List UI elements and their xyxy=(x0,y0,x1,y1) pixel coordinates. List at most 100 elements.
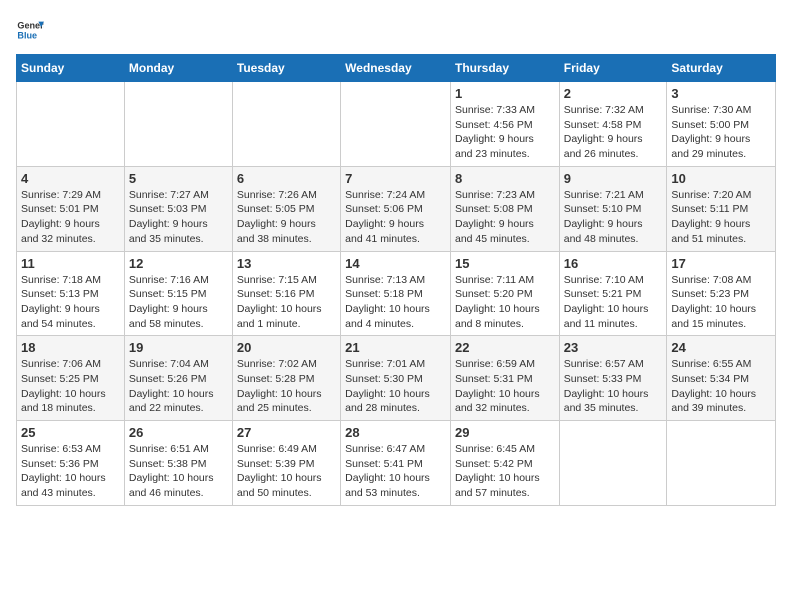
day-number: 1 xyxy=(455,86,555,101)
calendar-cell: 3 Sunrise: 7:30 AM Sunset: 5:00 PM Daylig… xyxy=(667,82,776,167)
day-number: 24 xyxy=(671,340,771,355)
calendar-cell: 17 Sunrise: 7:08 AM Sunset: 5:23 PM Dayli… xyxy=(667,251,776,336)
calendar-cell: 13 Sunrise: 7:15 AM Sunset: 5:16 PM Dayli… xyxy=(232,251,340,336)
calendar-cell: 6 Sunrise: 7:26 AM Sunset: 5:05 PM Daylig… xyxy=(232,166,340,251)
calendar-cell: 1 Sunrise: 7:33 AM Sunset: 4:56 PM Daylig… xyxy=(450,82,559,167)
calendar-cell: 26Sunrise: 6:51 AM Sunset: 5:38 PM Dayli… xyxy=(124,421,232,506)
calendar-cell: 14Sunrise: 7:13 AM Sunset: 5:18 PM Dayli… xyxy=(341,251,451,336)
column-header-monday: Monday xyxy=(124,55,232,82)
calendar-week-row: 25 Sunrise: 6:53 AM Sunset: 5:36 PM Dayli… xyxy=(17,421,776,506)
day-info: Sunrise: 6:57 AM Sunset: 5:33 PM Dayligh… xyxy=(564,357,663,416)
day-number: 16 xyxy=(564,256,663,271)
column-header-thursday: Thursday xyxy=(450,55,559,82)
day-info: Sunrise: 7:01 AM Sunset: 5:30 PM Dayligh… xyxy=(345,357,446,416)
calendar-cell xyxy=(667,421,776,506)
day-info: Sunrise: 7:27 AM Sunset: 5:03 PM Dayligh… xyxy=(129,188,228,247)
day-info: Sunrise: 7:23 AM Sunset: 5:08 PM Dayligh… xyxy=(455,188,555,247)
day-info: Sunrise: 7:06 AM Sunset: 5:25 PM Dayligh… xyxy=(21,357,120,416)
day-number: 26 xyxy=(129,425,228,440)
day-number: 14 xyxy=(345,256,446,271)
calendar-cell: 19Sunrise: 7:04 AM Sunset: 5:26 PM Dayli… xyxy=(124,336,232,421)
day-info: Sunrise: 7:08 AM Sunset: 5:23 PM Dayligh… xyxy=(671,273,771,332)
day-info: Sunrise: 7:26 AM Sunset: 5:05 PM Dayligh… xyxy=(237,188,336,247)
day-number: 5 xyxy=(129,171,228,186)
day-number: 11 xyxy=(21,256,120,271)
day-info: Sunrise: 7:04 AM Sunset: 5:26 PM Dayligh… xyxy=(129,357,228,416)
day-number: 29 xyxy=(455,425,555,440)
day-info: Sunrise: 7:02 AM Sunset: 5:28 PM Dayligh… xyxy=(237,357,336,416)
day-number: 4 xyxy=(21,171,120,186)
calendar-cell: 23 Sunrise: 6:57 AM Sunset: 5:33 PM Dayli… xyxy=(559,336,667,421)
day-number: 13 xyxy=(237,256,336,271)
calendar-cell: 24 Sunrise: 6:55 AM Sunset: 5:34 PM Dayli… xyxy=(667,336,776,421)
day-number: 10 xyxy=(671,171,771,186)
day-info: Sunrise: 6:49 AM Sunset: 5:39 PM Dayligh… xyxy=(237,442,336,501)
calendar-cell: 21 Sunrise: 7:01 AM Sunset: 5:30 PM Dayli… xyxy=(341,336,451,421)
calendar-cell xyxy=(559,421,667,506)
day-number: 8 xyxy=(455,171,555,186)
day-number: 6 xyxy=(237,171,336,186)
calendar-cell: 28 Sunrise: 6:47 AM Sunset: 5:41 PM Dayli… xyxy=(341,421,451,506)
day-info: Sunrise: 7:24 AM Sunset: 5:06 PM Dayligh… xyxy=(345,188,446,247)
calendar-header-row: SundayMondayTuesdayWednesdayThursdayFrid… xyxy=(17,55,776,82)
day-number: 21 xyxy=(345,340,446,355)
day-info: Sunrise: 7:21 AM Sunset: 5:10 PM Dayligh… xyxy=(564,188,663,247)
day-number: 27 xyxy=(237,425,336,440)
day-info: Sunrise: 7:20 AM Sunset: 5:11 PM Dayligh… xyxy=(671,188,771,247)
calendar-week-row: 4 Sunrise: 7:29 AM Sunset: 5:01 PM Daylig… xyxy=(17,166,776,251)
day-info: Sunrise: 7:16 AM Sunset: 5:15 PM Dayligh… xyxy=(129,273,228,332)
day-info: Sunrise: 7:11 AM Sunset: 5:20 PM Dayligh… xyxy=(455,273,555,332)
calendar-cell: 18 Sunrise: 7:06 AM Sunset: 5:25 PM Dayli… xyxy=(17,336,125,421)
day-number: 2 xyxy=(564,86,663,101)
day-number: 20 xyxy=(237,340,336,355)
calendar-cell: 4 Sunrise: 7:29 AM Sunset: 5:01 PM Daylig… xyxy=(17,166,125,251)
day-info: Sunrise: 7:15 AM Sunset: 5:16 PM Dayligh… xyxy=(237,273,336,332)
calendar-cell: 25 Sunrise: 6:53 AM Sunset: 5:36 PM Dayli… xyxy=(17,421,125,506)
day-number: 18 xyxy=(21,340,120,355)
calendar-cell: 9 Sunrise: 7:21 AM Sunset: 5:10 PM Daylig… xyxy=(559,166,667,251)
day-info: Sunrise: 6:45 AM Sunset: 5:42 PM Dayligh… xyxy=(455,442,555,501)
calendar-week-row: 11 Sunrise: 7:18 AM Sunset: 5:13 PM Dayli… xyxy=(17,251,776,336)
calendar-week-row: 1 Sunrise: 7:33 AM Sunset: 4:56 PM Daylig… xyxy=(17,82,776,167)
header: General Blue xyxy=(16,16,776,44)
day-info: Sunrise: 6:47 AM Sunset: 5:41 PM Dayligh… xyxy=(345,442,446,501)
calendar-cell: 15Sunrise: 7:11 AM Sunset: 5:20 PM Dayli… xyxy=(450,251,559,336)
day-info: Sunrise: 6:55 AM Sunset: 5:34 PM Dayligh… xyxy=(671,357,771,416)
day-number: 3 xyxy=(671,86,771,101)
day-number: 17 xyxy=(671,256,771,271)
calendar-cell xyxy=(341,82,451,167)
calendar-table: SundayMondayTuesdayWednesdayThursdayFrid… xyxy=(16,54,776,506)
day-info: Sunrise: 6:59 AM Sunset: 5:31 PM Dayligh… xyxy=(455,357,555,416)
day-info: Sunrise: 6:53 AM Sunset: 5:36 PM Dayligh… xyxy=(21,442,120,501)
day-number: 9 xyxy=(564,171,663,186)
calendar-cell xyxy=(232,82,340,167)
calendar-cell: 5 Sunrise: 7:27 AM Sunset: 5:03 PM Daylig… xyxy=(124,166,232,251)
column-header-friday: Friday xyxy=(559,55,667,82)
svg-text:Blue: Blue xyxy=(17,30,37,40)
day-number: 22 xyxy=(455,340,555,355)
calendar-cell: 11 Sunrise: 7:18 AM Sunset: 5:13 PM Dayli… xyxy=(17,251,125,336)
day-info: Sunrise: 7:30 AM Sunset: 5:00 PM Dayligh… xyxy=(671,103,771,162)
day-info: Sunrise: 7:10 AM Sunset: 5:21 PM Dayligh… xyxy=(564,273,663,332)
day-number: 7 xyxy=(345,171,446,186)
calendar-cell xyxy=(124,82,232,167)
calendar-cell: 27 Sunrise: 6:49 AM Sunset: 5:39 PM Dayli… xyxy=(232,421,340,506)
column-header-tuesday: Tuesday xyxy=(232,55,340,82)
column-header-saturday: Saturday xyxy=(667,55,776,82)
column-header-wednesday: Wednesday xyxy=(341,55,451,82)
day-number: 25 xyxy=(21,425,120,440)
calendar-cell xyxy=(17,82,125,167)
day-number: 12 xyxy=(129,256,228,271)
calendar-cell: 22 Sunrise: 6:59 AM Sunset: 5:31 PM Dayli… xyxy=(450,336,559,421)
calendar-cell: 2Sunrise: 7:32 AM Sunset: 4:58 PM Daylig… xyxy=(559,82,667,167)
calendar-cell: 7 Sunrise: 7:24 AM Sunset: 5:06 PM Daylig… xyxy=(341,166,451,251)
day-info: Sunrise: 7:29 AM Sunset: 5:01 PM Dayligh… xyxy=(21,188,120,247)
day-info: Sunrise: 7:18 AM Sunset: 5:13 PM Dayligh… xyxy=(21,273,120,332)
day-number: 28 xyxy=(345,425,446,440)
logo: General Blue xyxy=(16,16,44,44)
calendar-cell: 20 Sunrise: 7:02 AM Sunset: 5:28 PM Dayli… xyxy=(232,336,340,421)
calendar-cell: 10 Sunrise: 7:20 AM Sunset: 5:11 PM Dayli… xyxy=(667,166,776,251)
calendar-cell: 16 Sunrise: 7:10 AM Sunset: 5:21 PM Dayli… xyxy=(559,251,667,336)
day-number: 23 xyxy=(564,340,663,355)
day-info: Sunrise: 7:33 AM Sunset: 4:56 PM Dayligh… xyxy=(455,103,555,162)
